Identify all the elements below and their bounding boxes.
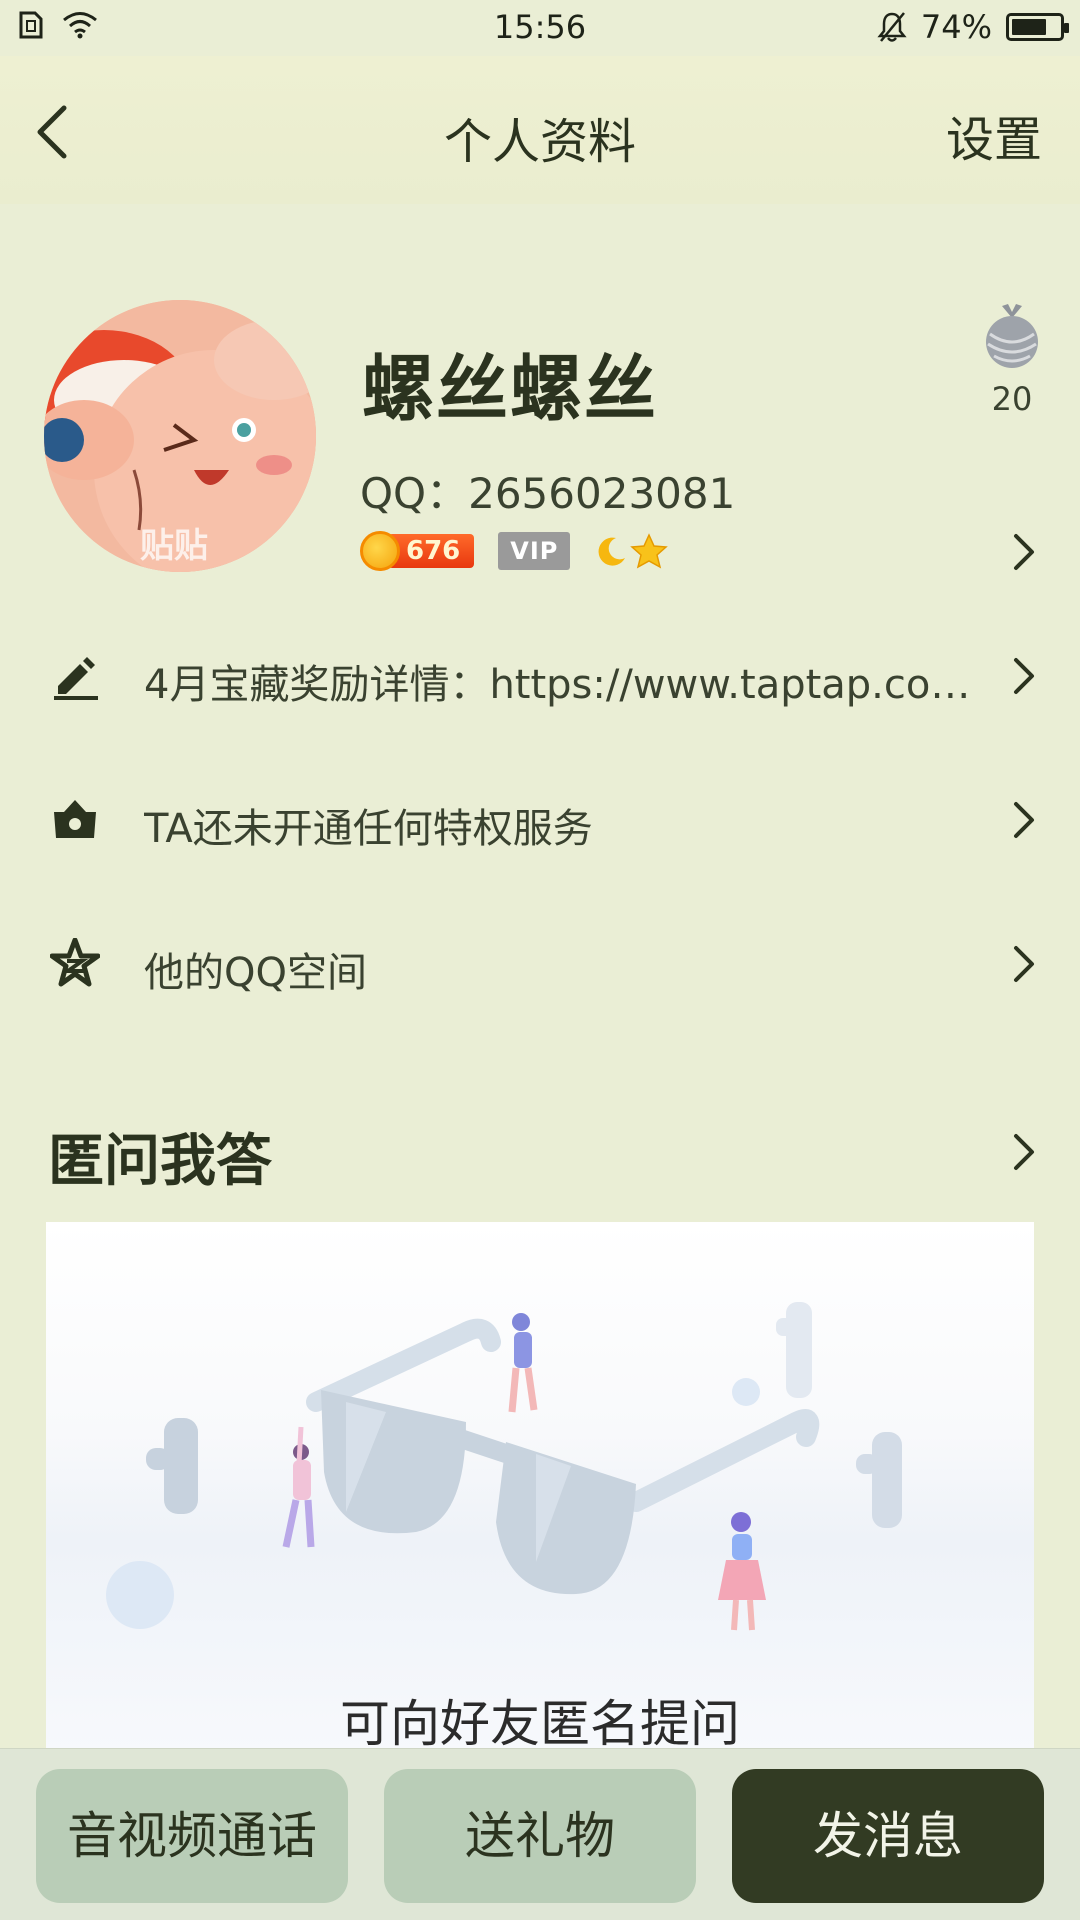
row-treasure-reward[interactable]: 4月宝藏奖励详情：https://www.taptap.com/... (0, 622, 1080, 732)
level-icons[interactable] (594, 533, 669, 569)
section-title: 匿问我答 (48, 1129, 272, 1194)
chevron-right-icon (1014, 658, 1034, 694)
badge-row: 676 VIP (360, 530, 669, 572)
avatar-caption: 贴贴 (140, 526, 208, 566)
row-text: TA还未开通任何特权服务 (144, 806, 593, 852)
coin-icon (360, 531, 400, 571)
nav-bar: 个人资料 设置 (0, 56, 1080, 204)
row-text: 他的QQ空间 (144, 950, 367, 996)
nickname: 螺丝螺丝 (362, 347, 659, 431)
page-title: 个人资料 (443, 114, 636, 170)
send-gift-button[interactable]: 送礼物 (384, 1769, 696, 1903)
section-chevron-right-icon[interactable] (1012, 1132, 1036, 1172)
gift-area[interactable]: 20 (982, 300, 1042, 418)
call-button[interactable]: 音视频通话 (36, 1769, 348, 1903)
coin-level: 676 (388, 534, 475, 568)
crown-icon (54, 800, 96, 838)
send-message-button[interactable]: 发消息 (732, 1769, 1044, 1903)
row-text: 4月宝藏奖励详情：https://www.taptap.com/... (144, 662, 984, 708)
battery-icon (1006, 13, 1069, 41)
vip-badge[interactable]: VIP (498, 532, 571, 570)
card-caption: 可向好友匿名提问 (340, 1695, 740, 1752)
bottom-action-bar: 音视频通话 送礼物 发消息 (0, 1748, 1080, 1920)
battery-percent: 74% (920, 8, 992, 46)
anonymous-question-card[interactable]: 可向好友匿名提问 (46, 1222, 1034, 1752)
qzone-star-icon (50, 938, 100, 987)
moon-icon (598, 537, 626, 566)
qq-number: QQ：2656023081 (360, 469, 736, 518)
sunglasses-illustration (106, 1302, 902, 1631)
gift-ball-icon (986, 304, 1038, 368)
bell-muted-icon (877, 12, 907, 42)
star-icon (630, 533, 669, 569)
coin-level-badge[interactable]: 676 (360, 530, 475, 572)
status-bar: 15:56 74% (0, 0, 1080, 56)
row-privilege[interactable]: TA还未开通任何特权服务 (0, 766, 1080, 876)
avatar[interactable]: 贴贴 (44, 300, 316, 572)
pencil-icon (54, 657, 98, 700)
chevron-right-icon (1014, 802, 1034, 838)
status-right: 74% (877, 8, 1069, 46)
row-qzone[interactable]: 他的QQ空间 (0, 910, 1080, 1020)
settings-button[interactable]: 设置 (946, 100, 1042, 170)
profile-chevron-right-icon[interactable] (1012, 532, 1036, 572)
gift-count: 20 (991, 380, 1033, 418)
chevron-right-icon (1014, 946, 1034, 982)
battery-fill (1012, 19, 1047, 35)
